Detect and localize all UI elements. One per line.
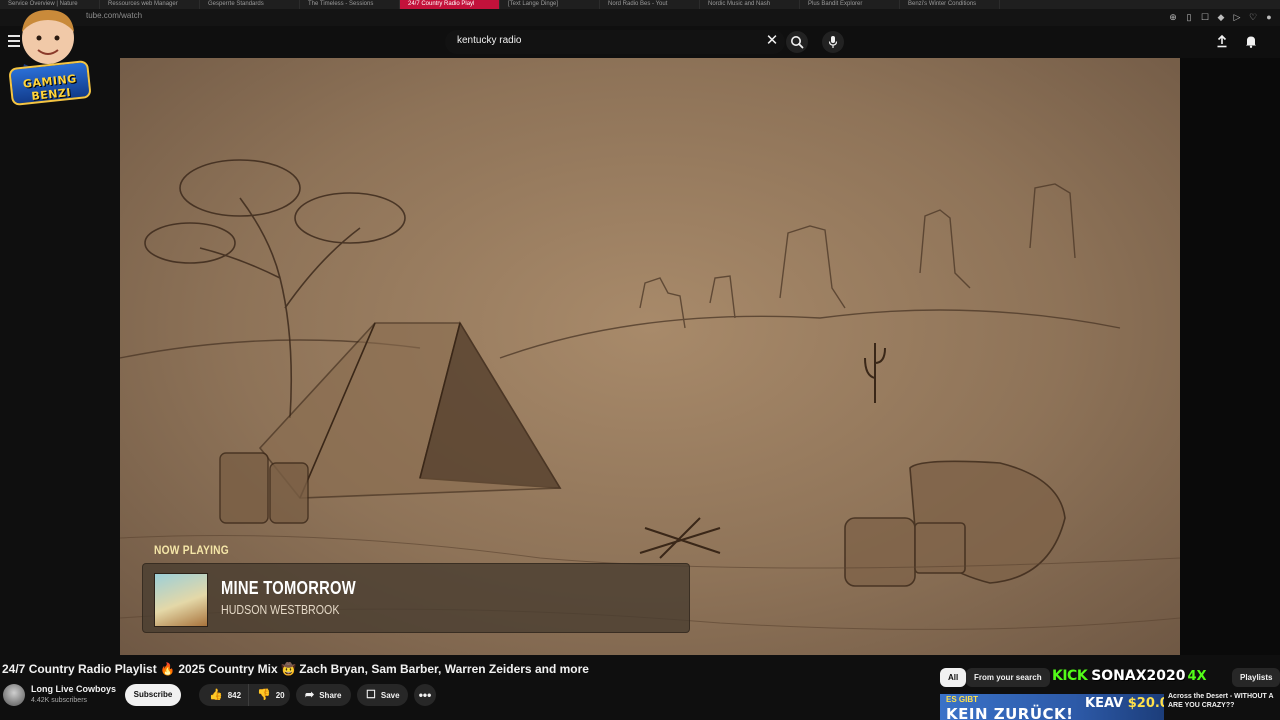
extension-icons: ⊕ ▯ ☐ ◆ ▷ ♡ ● xyxy=(1168,12,1274,22)
address-url[interactable]: tube.com/watch xyxy=(86,11,142,20)
donor-name: KEAV xyxy=(1085,696,1124,711)
donation-value: $20.00 xyxy=(1127,696,1164,711)
subscribe-button[interactable]: Subscribe xyxy=(125,684,181,706)
chip-playlists[interactable]: Playlists xyxy=(1232,668,1280,687)
kick-username: SONAX2020 xyxy=(1091,668,1186,684)
bell-icon[interactable] xyxy=(1243,33,1259,49)
profile-icon[interactable]: ● xyxy=(1264,12,1274,22)
browser-tab[interactable]: Benzi's Winter Conditions xyxy=(900,0,1000,9)
kick-alert-overlay: KICK SONAX2020 4X xyxy=(1052,665,1207,687)
streamer-badge: GAMING BENZI xyxy=(8,59,92,107)
mic-icon xyxy=(828,36,838,48)
share-button[interactable]: ➦ Share xyxy=(296,684,351,706)
browser-tab[interactable]: Ressources web Manager xyxy=(100,0,200,9)
browser-tab[interactable]: The Timeless - Sessions xyxy=(300,0,400,9)
song-title: MINE TOMORROW xyxy=(221,578,356,598)
heart-icon[interactable]: ♡ xyxy=(1248,12,1258,22)
browser-tab[interactable]: Plus Bandit Explorer xyxy=(800,0,900,9)
recommended-video-title[interactable]: Across the Desert - WITHOUT A ARE YOU CR… xyxy=(1168,692,1280,710)
channel-avatar[interactable] xyxy=(3,684,25,706)
youtube-header xyxy=(0,26,1280,58)
browser-tabstrip: Service Overview | Nature Ressources web… xyxy=(0,0,1280,9)
search-box[interactable] xyxy=(445,30,785,54)
upload-icon[interactable] xyxy=(1214,33,1230,49)
like-dislike-group: 👍 842 👎 20 xyxy=(199,684,290,706)
search-icon xyxy=(791,36,804,49)
channel-name[interactable]: Long Live Cowboys xyxy=(31,684,116,694)
share-label: Share xyxy=(319,690,342,700)
play-icon[interactable]: ▷ xyxy=(1232,12,1242,22)
clear-icon[interactable]: ✕ xyxy=(764,33,780,49)
streamer-badge-text: GAMING BENZI xyxy=(22,72,78,103)
address-bar: tube.com/watch ⊕ ▯ ☐ ◆ ▷ ♡ ● xyxy=(0,9,1280,26)
shield-icon[interactable]: ◆ xyxy=(1216,12,1226,22)
dislike-button[interactable]: 👎 20 xyxy=(249,688,285,701)
zoom-icon[interactable]: ⊕ xyxy=(1168,12,1178,22)
kick-logo: KICK xyxy=(1052,668,1088,684)
voice-search-button[interactable] xyxy=(822,31,844,53)
more-actions-button[interactable]: ••• xyxy=(414,684,436,706)
browser-tab[interactable]: Nordic Music and Nash xyxy=(700,0,800,9)
banner-big-text: KEIN ZURÜCK! xyxy=(946,705,1074,720)
save-button[interactable]: ☐ Save xyxy=(357,684,408,706)
video-title: 24/7 Country Radio Playlist 🔥 2025 Count… xyxy=(2,662,589,676)
browser-tab[interactable]: Nord Radio Bes - Yout xyxy=(600,0,700,9)
album-art xyxy=(154,573,208,627)
thumbs-down-icon: 👎 xyxy=(257,688,271,701)
streamer-overlay: GAMING BENZI xyxy=(4,2,92,112)
search-input[interactable] xyxy=(457,35,747,46)
song-artist: HUDSON WESTBROOK xyxy=(221,602,340,617)
share-icon: ➦ xyxy=(305,688,315,701)
chip-all[interactable]: All xyxy=(940,668,967,687)
chip-from-your-search[interactable]: From your search xyxy=(966,668,1050,687)
browser-tab[interactable]: Gesperrte Standards xyxy=(200,0,300,9)
more-icon: ••• xyxy=(418,688,432,702)
like-count: 842 xyxy=(227,690,242,700)
banner-small-text: ES GIBT xyxy=(946,695,979,704)
browser-tab-active[interactable]: 24/7 Country Radio Playl xyxy=(400,0,500,9)
channel-subscriber-count: 4.42K subscribers xyxy=(31,697,88,704)
like-button[interactable]: 👍 842 xyxy=(199,684,249,706)
right-sidebar-dark xyxy=(1180,58,1280,655)
bookmark-icon[interactable]: ☐ xyxy=(1200,12,1210,22)
dislike-count: 20 xyxy=(275,690,285,700)
donation-amount: KEAV $20.00 xyxy=(1085,696,1164,711)
thumbs-up-icon: 👍 xyxy=(209,688,223,701)
donation-banner: ES GIBT KEIN ZURÜCK! KEAV $20.00 xyxy=(940,694,1164,720)
search-button[interactable] xyxy=(786,31,808,53)
extension-icon[interactable]: ▯ xyxy=(1184,12,1194,22)
now-playing-label: NOW PLAYING xyxy=(154,543,229,557)
bookmark-add-icon: ☐ xyxy=(366,688,376,701)
kick-multiplier: 4X xyxy=(1187,668,1207,684)
browser-tab[interactable]: [Text Lange Dinge] xyxy=(500,0,600,9)
now-playing-card: MINE TOMORROW HUDSON WESTBROOK xyxy=(142,563,690,633)
save-label: Save xyxy=(380,690,400,700)
